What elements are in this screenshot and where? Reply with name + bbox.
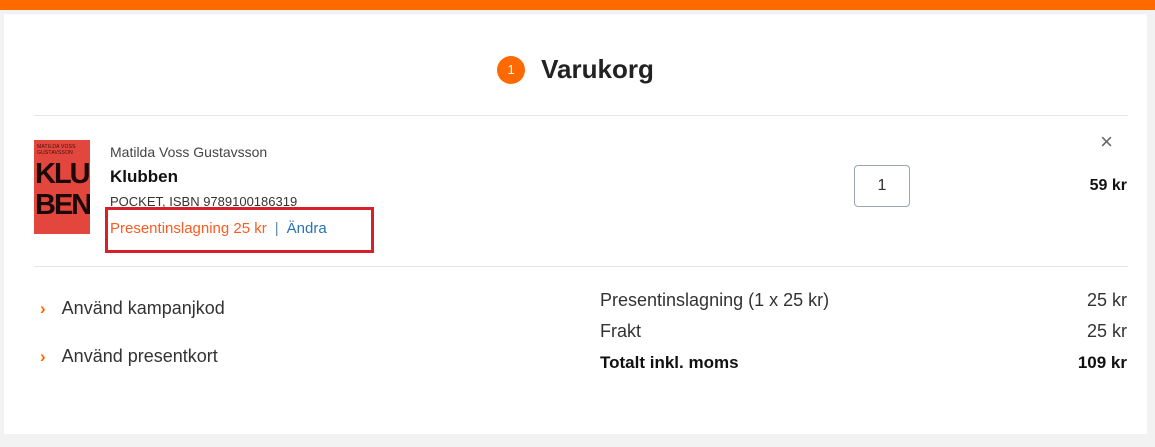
cart-count-badge: 1 xyxy=(497,55,526,84)
summary-gift-wrap-label: Presentinslagning (1 x 25 kr) xyxy=(600,290,830,310)
chevron-right-icon: › xyxy=(40,346,46,366)
book-author[interactable]: Matilda Voss Gustavsson xyxy=(110,144,267,160)
summary-total-label: Totalt inkl. moms xyxy=(600,353,739,372)
item-price: 59 kr xyxy=(1089,177,1127,194)
gift-card-label: Använd presentkort xyxy=(61,346,218,366)
campaign-code-label: Använd kampanjkod xyxy=(61,298,225,318)
summary-total-row: Totalt inkl. moms 109 kr xyxy=(600,353,1127,373)
divider-top xyxy=(34,115,1128,116)
book-cover-image[interactable]: MATILDA VOSS GUSTAVSSON KLUB BEN xyxy=(34,140,90,234)
cover-title-line1: KLUB xyxy=(35,158,90,190)
cart-header-inner: 1 Varukorg xyxy=(497,54,654,85)
quantity-input[interactable] xyxy=(854,165,910,207)
page-title: Varukorg xyxy=(541,54,654,84)
summary-gift-wrap-row: Presentinslagning (1 x 25 kr) 25 kr xyxy=(600,290,1127,311)
summary-total-value: 109 kr xyxy=(1077,353,1127,372)
use-campaign-code-link[interactable]: › Använd kampanjkod xyxy=(40,298,225,319)
cart-header: 1 Varukorg xyxy=(4,54,1147,90)
use-gift-card-link[interactable]: › Använd presentkort xyxy=(40,346,218,367)
summary-gift-wrap-value: 25 kr xyxy=(1086,290,1127,310)
cart-panel: 1 Varukorg MATILDA VOSS GUSTAVSSON KLU B … xyxy=(4,14,1147,434)
book-title[interactable]: Klubben xyxy=(110,167,178,187)
cover-title-line2: BEN xyxy=(35,189,90,221)
cover-author-text: MATILDA VOSS GUSTAVSSON xyxy=(37,144,76,156)
close-icon[interactable]: × xyxy=(1100,129,1113,155)
highlight-box xyxy=(105,207,374,253)
summary-shipping-row: Frakt 25 kr xyxy=(600,321,1127,342)
summary-shipping-value: 25 kr xyxy=(1086,321,1127,341)
top-accent-bar xyxy=(0,0,1155,10)
summary-shipping-label: Frakt xyxy=(600,321,642,341)
chevron-right-icon: › xyxy=(40,298,46,318)
divider-middle xyxy=(34,266,1128,267)
